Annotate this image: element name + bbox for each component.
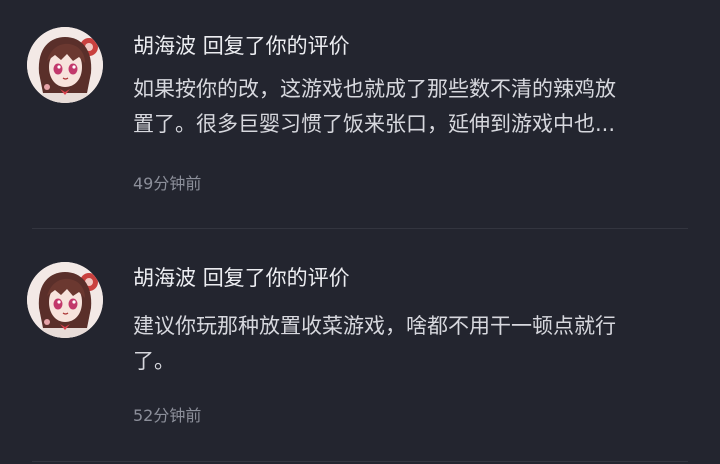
reply-action: 回复了你的评价: [202, 34, 350, 58]
reply-content-line: 置了。很多巨婴习惯了饭来张口，延伸到游戏中也...: [133, 112, 616, 136]
reply-notification-card[interactable]: 胡海波 回复了你的评价 建议你玩那种放置收菜游戏，啥都不用干一顿点就行 了。 5…: [0, 229, 720, 462]
notification-feed: 胡海波 回复了你的评价 如果按你的改，这游戏也就成了那些数不清的辣鸡放 置了。很…: [0, 0, 720, 464]
username[interactable]: 胡海波: [133, 34, 196, 58]
reply-content[interactable]: 如果按你的改，这游戏也就成了那些数不清的辣鸡放 置了。很多巨婴习惯了饭来张口，延…: [133, 72, 693, 142]
username[interactable]: 胡海波: [133, 266, 196, 290]
anime-girl-avatar-icon: [27, 27, 103, 103]
reply-content[interactable]: 建议你玩那种放置收菜游戏，啥都不用干一顿点就行 了。: [133, 309, 693, 379]
reply-timestamp: 52分钟前: [133, 406, 202, 425]
reply-action: 回复了你的评价: [202, 266, 350, 290]
reply-timestamp: 49分钟前: [133, 174, 202, 193]
reply-notification-card[interactable]: 胡海波 回复了你的评价 如果按你的改，这游戏也就成了那些数不清的辣鸡放 置了。很…: [0, 0, 720, 228]
avatar[interactable]: [27, 27, 103, 103]
anime-girl-avatar-icon: [27, 262, 103, 338]
avatar[interactable]: [27, 262, 103, 338]
reply-content-line: 如果按你的改，这游戏也就成了那些数不清的辣鸡放: [133, 77, 616, 101]
reply-title: 胡海波 回复了你的评价: [133, 31, 350, 61]
reply-content-line: 建议你玩那种放置收菜游戏，啥都不用干一顿点就行: [133, 314, 616, 338]
reply-content-line: 了。: [133, 349, 175, 373]
divider: [32, 461, 688, 462]
reply-title: 胡海波 回复了你的评价: [133, 263, 350, 293]
